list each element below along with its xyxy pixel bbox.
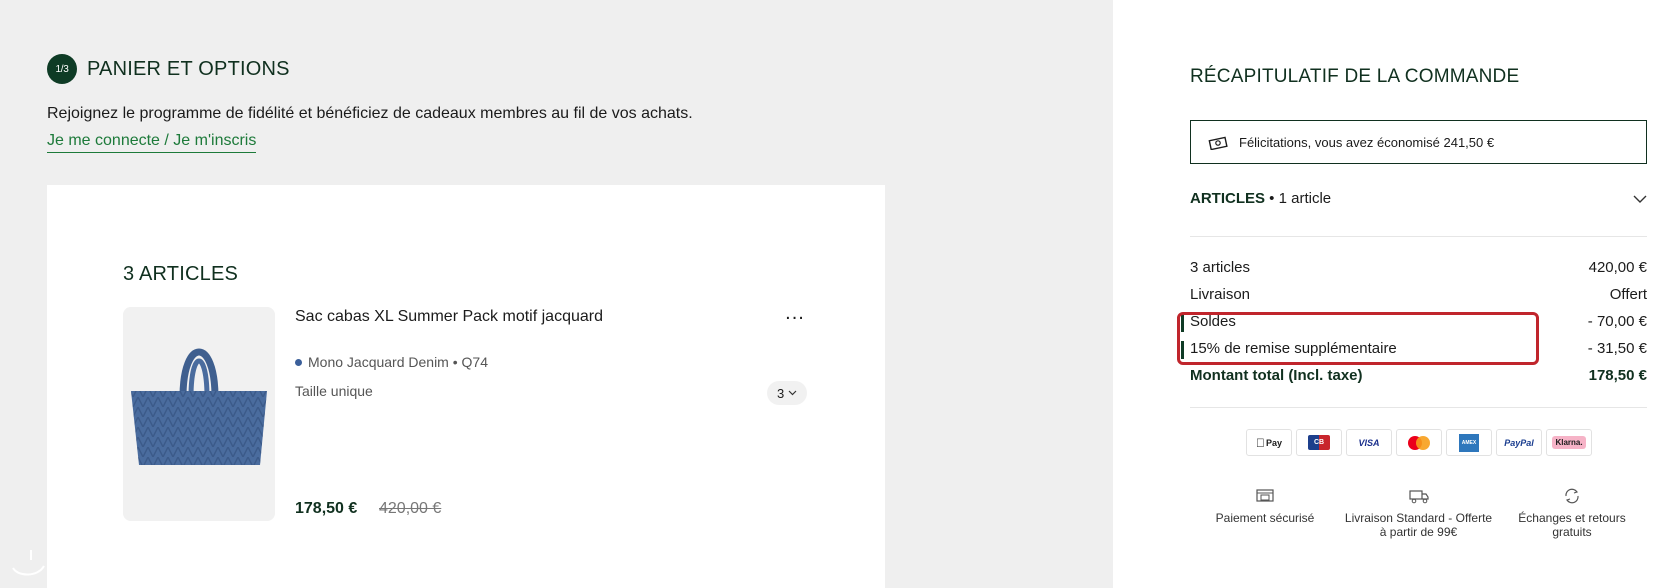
line-value: Offert — [1609, 286, 1647, 303]
service-features: Paiement sécurisé Livraison Standard - O… — [1190, 487, 1647, 539]
feature-secure-payment: Paiement sécurisé — [1190, 487, 1340, 539]
total-label: Montant total (Incl. taxe) — [1190, 367, 1363, 384]
chevron-down-icon[interactable] — [1633, 195, 1647, 203]
money-icon — [1208, 136, 1228, 150]
color-dot-icon — [295, 358, 302, 366]
more-options-button[interactable]: ... — [781, 303, 809, 331]
step-header: 1/3 PANIER ET OPTIONS — [47, 54, 290, 84]
product-image[interactable] — [123, 307, 275, 521]
articles-title: 3 ARTICLES — [123, 263, 239, 285]
quantity-select[interactable]: 3 — [767, 381, 808, 405]
current-price: 178,50 € — [295, 500, 358, 517]
articles-label: ARTICLES — [1190, 190, 1265, 207]
line-value: 420,00 € — [1588, 259, 1647, 276]
paypal-icon: PayPal — [1496, 429, 1542, 456]
articles-count: • 1 article — [1269, 190, 1332, 207]
savings-text: Félicitations, vous avez économisé 241,5… — [1239, 134, 1495, 150]
feature-label: Échanges et retours gratuits — [1518, 511, 1626, 539]
articles-accordion[interactable]: ARTICLES • 1 article — [1190, 190, 1647, 207]
product-name[interactable]: Sac cabas XL Summer Pack motif jacquard — [295, 308, 603, 326]
feature-label: Livraison Standard - Offerte à partir de… — [1344, 511, 1493, 539]
feature-label: Paiement sécurisé — [1215, 511, 1315, 525]
visa-icon: VISA — [1346, 429, 1392, 456]
cb-card-icon: CB — [1296, 429, 1342, 456]
klarna-icon: Klarna. — [1546, 429, 1592, 456]
secure-payment-icon — [1256, 489, 1274, 502]
loyalty-text: Rejoignez le programme de fidélité et bé… — [47, 105, 693, 122]
discount-highlight-box — [1177, 312, 1539, 365]
step-title: PANIER ET OPTIONS — [87, 57, 290, 80]
summary-line-shipping: Livraison Offert — [1190, 286, 1647, 303]
accessibility-icon[interactable] — [10, 548, 46, 578]
divider — [1190, 407, 1647, 408]
total-value: 178,50 € — [1588, 367, 1647, 384]
cart-card: 3 ARTICLES Sac cabas XL Summer Pack moti… — [47, 185, 885, 588]
feature-delivery: Livraison Standard - Offerte à partir de… — [1344, 487, 1494, 539]
cart-panel: 1/3 PANIER ET OPTIONS Rejoignez le progr… — [0, 0, 1113, 588]
mastercard-icon — [1396, 429, 1442, 456]
summary-total: Montant total (Incl. taxe) 178,50 € — [1190, 367, 1647, 384]
divider — [1190, 236, 1647, 237]
line-value: - 70,00 € — [1587, 313, 1647, 330]
returns-icon — [1565, 488, 1579, 504]
quantity-value: 3 — [777, 385, 785, 401]
line-label: Livraison — [1190, 286, 1251, 303]
savings-banner: Félicitations, vous avez économisé 241,5… — [1190, 120, 1647, 164]
login-signup-link[interactable]: Je me connecte / Je m'inscris — [47, 132, 257, 153]
order-summary-panel: RÉCAPITULATIF DE LA COMMANDE Félicitatio… — [1113, 0, 1666, 588]
tote-bag-image — [123, 307, 275, 521]
amex-icon: AMEX — [1446, 429, 1492, 456]
step-badge: 1/3 — [47, 54, 77, 84]
original-price: 420,00 € — [379, 500, 442, 517]
summary-line-subtotal: 3 articles 420,00 € — [1190, 259, 1647, 276]
apple-pay-icon: Pay — [1246, 429, 1292, 456]
product-variant: Mono Jacquard Denim • Q74 — [295, 354, 488, 370]
variant-label: Mono Jacquard Denim • Q74 — [308, 354, 488, 370]
payment-methods: Pay CB VISA AMEX PayPal Klarna. — [1246, 429, 1592, 456]
summary-title: RÉCAPITULATIF DE LA COMMANDE — [1190, 66, 1520, 87]
line-value: - 31,50 € — [1587, 340, 1647, 357]
product-size: Taille unique — [295, 383, 373, 399]
line-label: 3 articles — [1190, 259, 1251, 276]
feature-returns: Échanges et retours gratuits — [1497, 487, 1647, 539]
delivery-truck-icon — [1408, 490, 1429, 504]
chevron-down-icon — [788, 390, 797, 396]
